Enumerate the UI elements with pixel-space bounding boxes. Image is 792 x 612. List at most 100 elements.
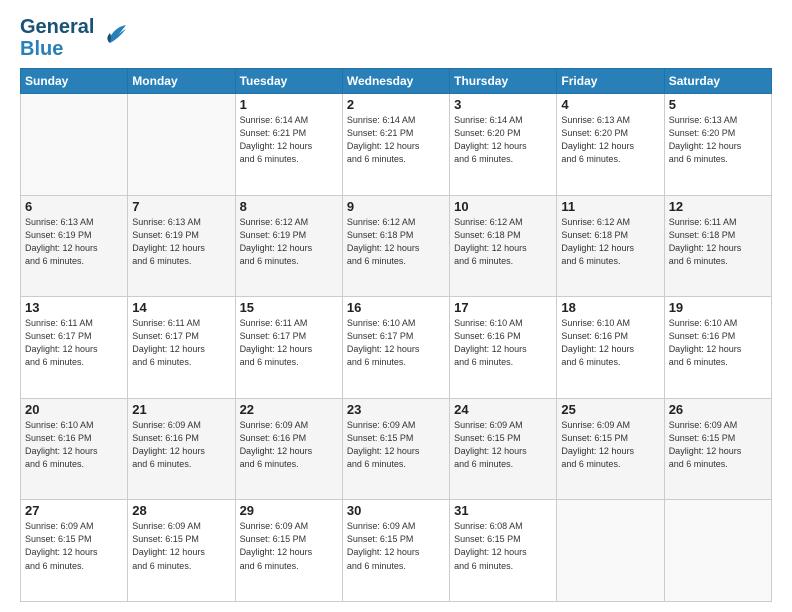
day-info: Sunrise: 6:09 AMSunset: 6:15 PMDaylight:… [132,520,230,572]
calendar-day-cell: 16Sunrise: 6:10 AMSunset: 6:17 PMDayligh… [342,297,449,399]
day-number: 29 [240,503,338,518]
calendar-day-cell: 17 Sunrise: 6:10 AMSunset: 6:16 PMDayligh… [450,297,557,399]
calendar-day-cell: 19Sunrise: 6:10 AMSunset: 6:16 PMDayligh… [664,297,771,399]
day-info: Sunrise: 6:13 AMSunset: 6:19 PMDaylight:… [132,216,230,268]
day-number: 18 [561,300,659,315]
day-number: 23 [347,402,445,417]
calendar-header-tuesday: Tuesday [235,69,342,94]
day-number: 8 [240,199,338,214]
calendar-day-cell: 13 Sunrise: 6:11 AMSunset: 6:17 PMDayligh… [21,297,128,399]
calendar-day-cell: 23 Sunrise: 6:09 AMSunset: 6:15 PMDayligh… [342,398,449,500]
calendar-day-cell: 4 Sunrise: 6:13 AMSunset: 6:20 PMDaylight… [557,94,664,196]
day-info: Sunrise: 6:12 AMSunset: 6:19 PMDaylight:… [240,216,338,268]
day-info: Sunrise: 6:10 AMSunset: 6:16 PMDaylight:… [454,317,552,369]
day-info: Sunrise: 6:14 AMSunset: 6:21 PMDaylight:… [240,114,338,166]
calendar-day-cell: 9 Sunrise: 6:12 AMSunset: 6:18 PMDaylight… [342,195,449,297]
calendar-day-cell: 20 Sunrise: 6:10 AMSunset: 6:16 PMDayligh… [21,398,128,500]
day-info: Sunrise: 6:09 AMSunset: 6:15 PMDaylight:… [347,419,445,471]
calendar-day-cell: 6 Sunrise: 6:13 AMSunset: 6:19 PMDaylight… [21,195,128,297]
day-number: 4 [561,97,659,112]
day-number: 1 [240,97,338,112]
logo-bird-icon [100,19,130,54]
calendar-day-cell: 31Sunrise: 6:08 AMSunset: 6:15 PMDayligh… [450,500,557,602]
day-number: 17 [454,300,552,315]
day-info: Sunrise: 6:08 AMSunset: 6:15 PMDaylight:… [454,520,552,572]
calendar-week-row: 6 Sunrise: 6:13 AMSunset: 6:19 PMDaylight… [21,195,772,297]
day-info: Sunrise: 6:09 AMSunset: 6:15 PMDaylight:… [25,520,123,572]
day-info: Sunrise: 6:12 AMSunset: 6:18 PMDaylight:… [454,216,552,268]
day-number: 20 [25,402,123,417]
day-info: Sunrise: 6:12 AMSunset: 6:18 PMDaylight:… [347,216,445,268]
calendar-day-cell: 15 Sunrise: 6:11 AMSunset: 6:17 PMDayligh… [235,297,342,399]
day-info: Sunrise: 6:11 AMSunset: 6:18 PMDaylight:… [669,216,767,268]
calendar-week-row: 13 Sunrise: 6:11 AMSunset: 6:17 PMDayligh… [21,297,772,399]
day-number: 21 [132,402,230,417]
calendar-header-friday: Friday [557,69,664,94]
day-number: 27 [25,503,123,518]
calendar-day-cell [557,500,664,602]
day-number: 30 [347,503,445,518]
calendar-week-row: 1 Sunrise: 6:14 AMSunset: 6:21 PMDaylight… [21,94,772,196]
calendar-day-cell: 18 Sunrise: 6:10 AMSunset: 6:16 PMDayligh… [557,297,664,399]
day-number: 14 [132,300,230,315]
calendar-header-sunday: Sunday [21,69,128,94]
calendar-day-cell: 14 Sunrise: 6:11 AMSunset: 6:17 PMDayligh… [128,297,235,399]
day-number: 11 [561,199,659,214]
calendar-day-cell: 10 Sunrise: 6:12 AMSunset: 6:18 PMDayligh… [450,195,557,297]
calendar-day-cell: 25 Sunrise: 6:09 AMSunset: 6:15 PMDayligh… [557,398,664,500]
calendar-header-saturday: Saturday [664,69,771,94]
calendar-day-cell [664,500,771,602]
day-number: 15 [240,300,338,315]
calendar-day-cell: 12 Sunrise: 6:11 AMSunset: 6:18 PMDayligh… [664,195,771,297]
calendar-day-cell: 2 Sunrise: 6:14 AMSunset: 6:21 PMDaylight… [342,94,449,196]
calendar-day-cell: 5Sunrise: 6:13 AMSunset: 6:20 PMDaylight… [664,94,771,196]
calendar-day-cell: 22Sunrise: 6:09 AMSunset: 6:16 PMDayligh… [235,398,342,500]
day-info: Sunrise: 6:10 AMSunset: 6:17 PMDaylight:… [347,317,445,369]
calendar-day-cell [21,94,128,196]
day-info: Sunrise: 6:14 AMSunset: 6:21 PMDaylight:… [347,114,445,166]
day-info: Sunrise: 6:10 AMSunset: 6:16 PMDaylight:… [669,317,767,369]
day-number: 12 [669,199,767,214]
day-info: Sunrise: 6:09 AMSunset: 6:15 PMDaylight:… [561,419,659,471]
day-info: Sunrise: 6:14 AMSunset: 6:20 PMDaylight:… [454,114,552,166]
calendar-day-cell: 28Sunrise: 6:09 AMSunset: 6:15 PMDayligh… [128,500,235,602]
calendar-header-thursday: Thursday [450,69,557,94]
day-number: 10 [454,199,552,214]
day-info: Sunrise: 6:13 AMSunset: 6:19 PMDaylight:… [25,216,123,268]
calendar-day-cell: 27 Sunrise: 6:09 AMSunset: 6:15 PMDayligh… [21,500,128,602]
day-info: Sunrise: 6:11 AMSunset: 6:17 PMDaylight:… [240,317,338,369]
day-info: Sunrise: 6:10 AMSunset: 6:16 PMDaylight:… [561,317,659,369]
day-info: Sunrise: 6:09 AMSunset: 6:16 PMDaylight:… [240,419,338,471]
calendar-day-cell: 11 Sunrise: 6:12 AMSunset: 6:18 PMDayligh… [557,195,664,297]
calendar-day-cell: 8 Sunrise: 6:12 AMSunset: 6:19 PMDaylight… [235,195,342,297]
day-number: 24 [454,402,552,417]
calendar-day-cell: 30 Sunrise: 6:09 AMSunset: 6:15 PMDayligh… [342,500,449,602]
calendar-day-cell: 1 Sunrise: 6:14 AMSunset: 6:21 PMDaylight… [235,94,342,196]
day-number: 9 [347,199,445,214]
day-info: Sunrise: 6:09 AMSunset: 6:15 PMDaylight:… [347,520,445,572]
day-number: 25 [561,402,659,417]
day-info: Sunrise: 6:09 AMSunset: 6:16 PMDaylight:… [132,419,230,471]
day-info: Sunrise: 6:10 AMSunset: 6:16 PMDaylight:… [25,419,123,471]
day-info: Sunrise: 6:09 AMSunset: 6:15 PMDaylight:… [240,520,338,572]
calendar-header-row: SundayMondayTuesdayWednesdayThursdayFrid… [21,69,772,94]
logo: General Blue [20,16,130,60]
day-info: Sunrise: 6:11 AMSunset: 6:17 PMDaylight:… [132,317,230,369]
day-info: Sunrise: 6:13 AMSunset: 6:20 PMDaylight:… [561,114,659,166]
calendar-week-row: 27 Sunrise: 6:09 AMSunset: 6:15 PMDayligh… [21,500,772,602]
calendar-header-wednesday: Wednesday [342,69,449,94]
day-number: 13 [25,300,123,315]
day-number: 2 [347,97,445,112]
day-number: 6 [25,199,123,214]
calendar-day-cell: 3 Sunrise: 6:14 AMSunset: 6:20 PMDaylight… [450,94,557,196]
calendar-day-cell: 26Sunrise: 6:09 AMSunset: 6:15 PMDayligh… [664,398,771,500]
day-info: Sunrise: 6:13 AMSunset: 6:20 PMDaylight:… [669,114,767,166]
day-info: Sunrise: 6:11 AMSunset: 6:17 PMDaylight:… [25,317,123,369]
calendar-day-cell: 21 Sunrise: 6:09 AMSunset: 6:16 PMDayligh… [128,398,235,500]
day-info: Sunrise: 6:12 AMSunset: 6:18 PMDaylight:… [561,216,659,268]
day-number: 26 [669,402,767,417]
day-number: 3 [454,97,552,112]
calendar-day-cell [128,94,235,196]
calendar-week-row: 20 Sunrise: 6:10 AMSunset: 6:16 PMDayligh… [21,398,772,500]
calendar-table: SundayMondayTuesdayWednesdayThursdayFrid… [20,68,772,602]
